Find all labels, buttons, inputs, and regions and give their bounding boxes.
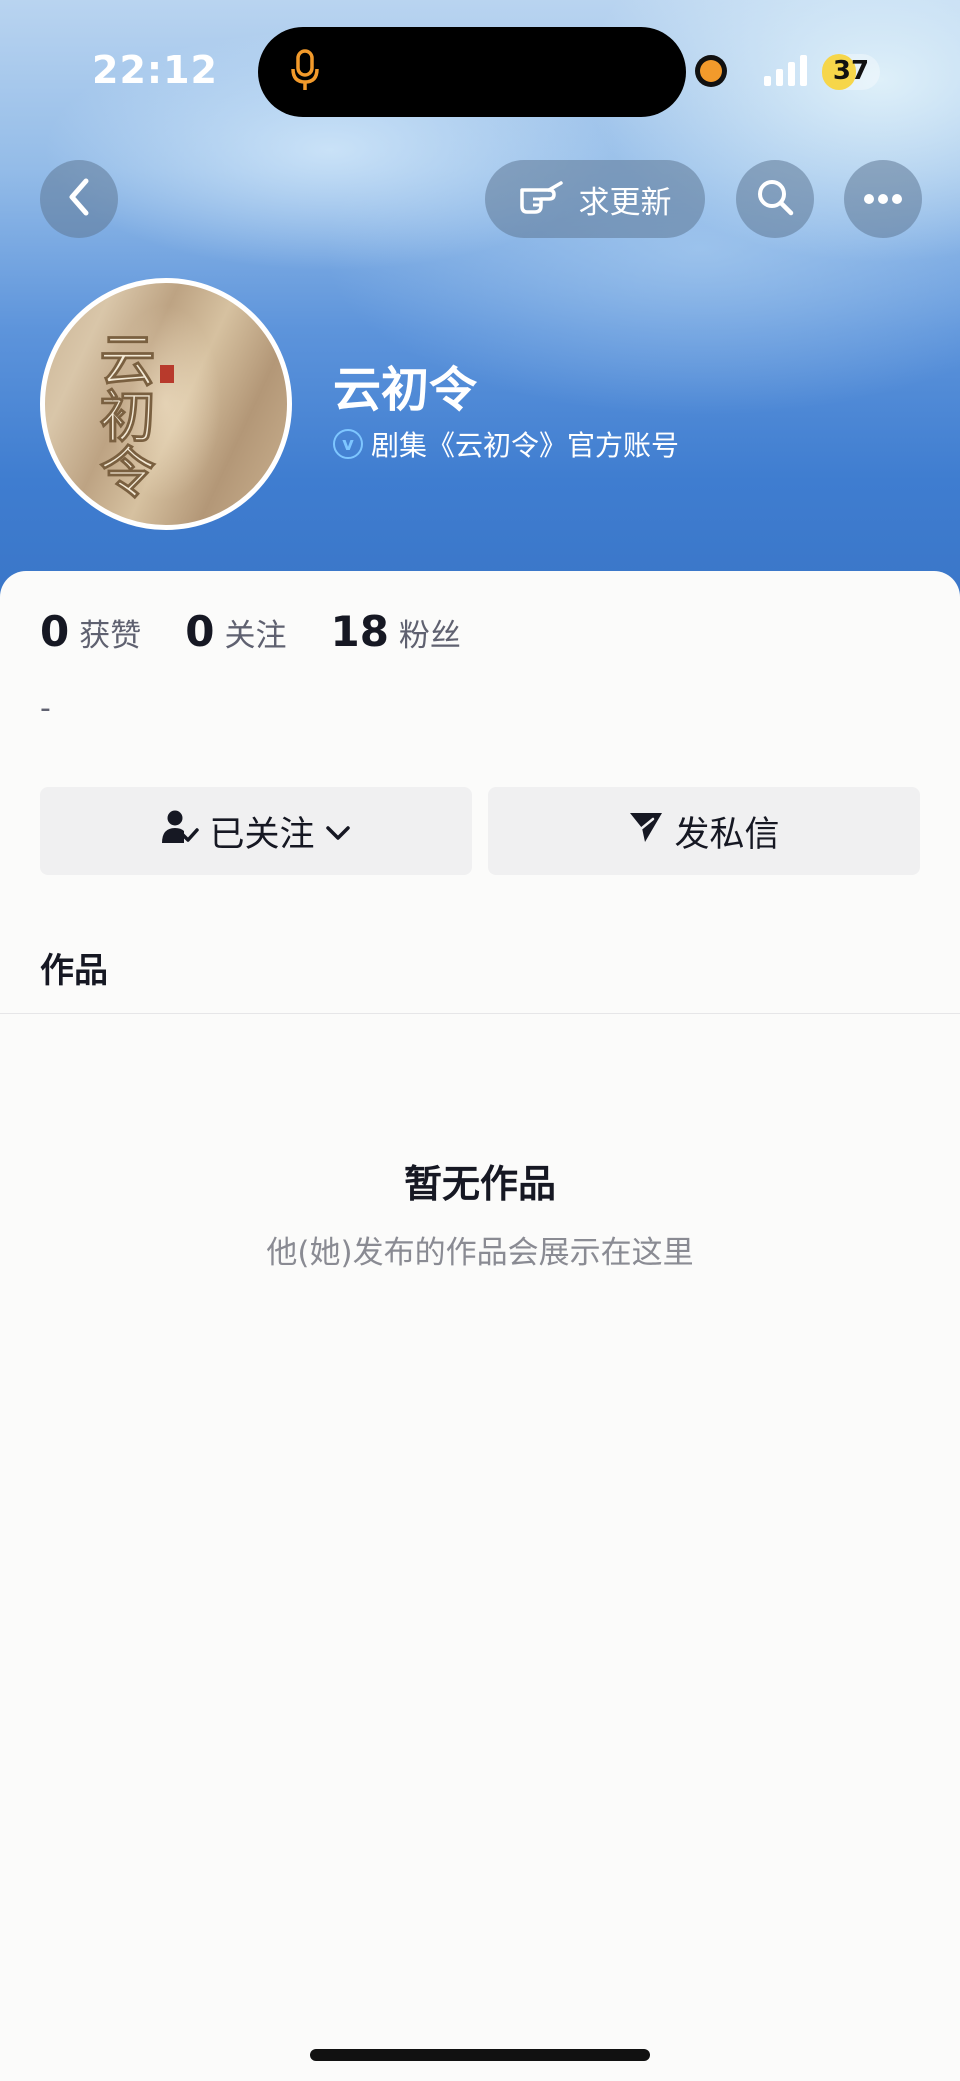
request-update-button[interactable]: 求更新: [485, 160, 705, 238]
more-options-button[interactable]: [844, 160, 922, 238]
chevron-left-icon: [64, 177, 94, 221]
verification-row: v 剧集《云初令》官方账号: [333, 424, 679, 464]
battery-percentage: 37: [832, 56, 870, 86]
stat-value: 0: [40, 607, 70, 656]
back-button[interactable]: [40, 160, 118, 238]
profile-name: 云初令: [333, 362, 478, 418]
empty-state-title: 暂无作品: [403, 1162, 556, 1206]
tab-works[interactable]: 作品: [40, 943, 108, 992]
verification-text: 剧集《云初令》官方账号: [371, 429, 680, 462]
status-time: 22:12: [92, 48, 218, 92]
stat-label: 获赞: [79, 618, 142, 654]
status-bar: 22:12 37: [0, 0, 960, 140]
stat-likes[interactable]: 0 获赞: [40, 607, 141, 656]
stat-label: 关注: [224, 618, 287, 654]
profile-bio: -: [40, 691, 51, 726]
send-message-button[interactable]: 发私信: [488, 787, 920, 875]
profile-avatar[interactable]: 云初令: [40, 278, 292, 530]
verified-badge-icon: v: [333, 429, 363, 459]
chevron-down-icon: [325, 811, 351, 851]
user-check-icon: [161, 809, 200, 854]
recording-indicator-icon: [700, 60, 722, 82]
tab-divider: [0, 1013, 960, 1014]
search-button[interactable]: [736, 160, 814, 238]
profile-stats: 0 获赞 0 关注 18 粉丝: [40, 607, 461, 656]
stat-followers[interactable]: 18 粉丝: [330, 607, 460, 656]
home-indicator[interactable]: [310, 2049, 650, 2061]
request-update-label: 求更新: [578, 184, 672, 221]
action-buttons: 已关注 发私信: [40, 787, 920, 875]
pointing-hand-icon: [519, 175, 565, 223]
stat-value: 18: [330, 607, 389, 656]
stat-value: 0: [185, 607, 215, 656]
signal-icon: [764, 54, 810, 92]
send-icon: [628, 810, 664, 853]
empty-state-subtitle: 他(她)发布的作品会展示在这里: [266, 1235, 694, 1271]
profile-content-card: 0 获赞 0 关注 18 粉丝 - 已关注 发私信 作品 暂无作品 他(她)发布…: [0, 571, 960, 2081]
following-label: 已关注: [209, 814, 315, 855]
dynamic-island: [258, 27, 686, 117]
more-dots-icon: [863, 190, 903, 209]
search-icon: [755, 177, 795, 221]
battery-indicator: 37: [822, 54, 880, 90]
following-button[interactable]: 已关注: [40, 787, 472, 875]
send-message-label: 发私信: [674, 814, 780, 855]
stat-label: 粉丝: [398, 618, 461, 654]
avatar-logo-text: 云初令: [90, 331, 156, 499]
microphone-icon: [290, 49, 320, 97]
stat-following[interactable]: 0 关注: [185, 607, 286, 656]
